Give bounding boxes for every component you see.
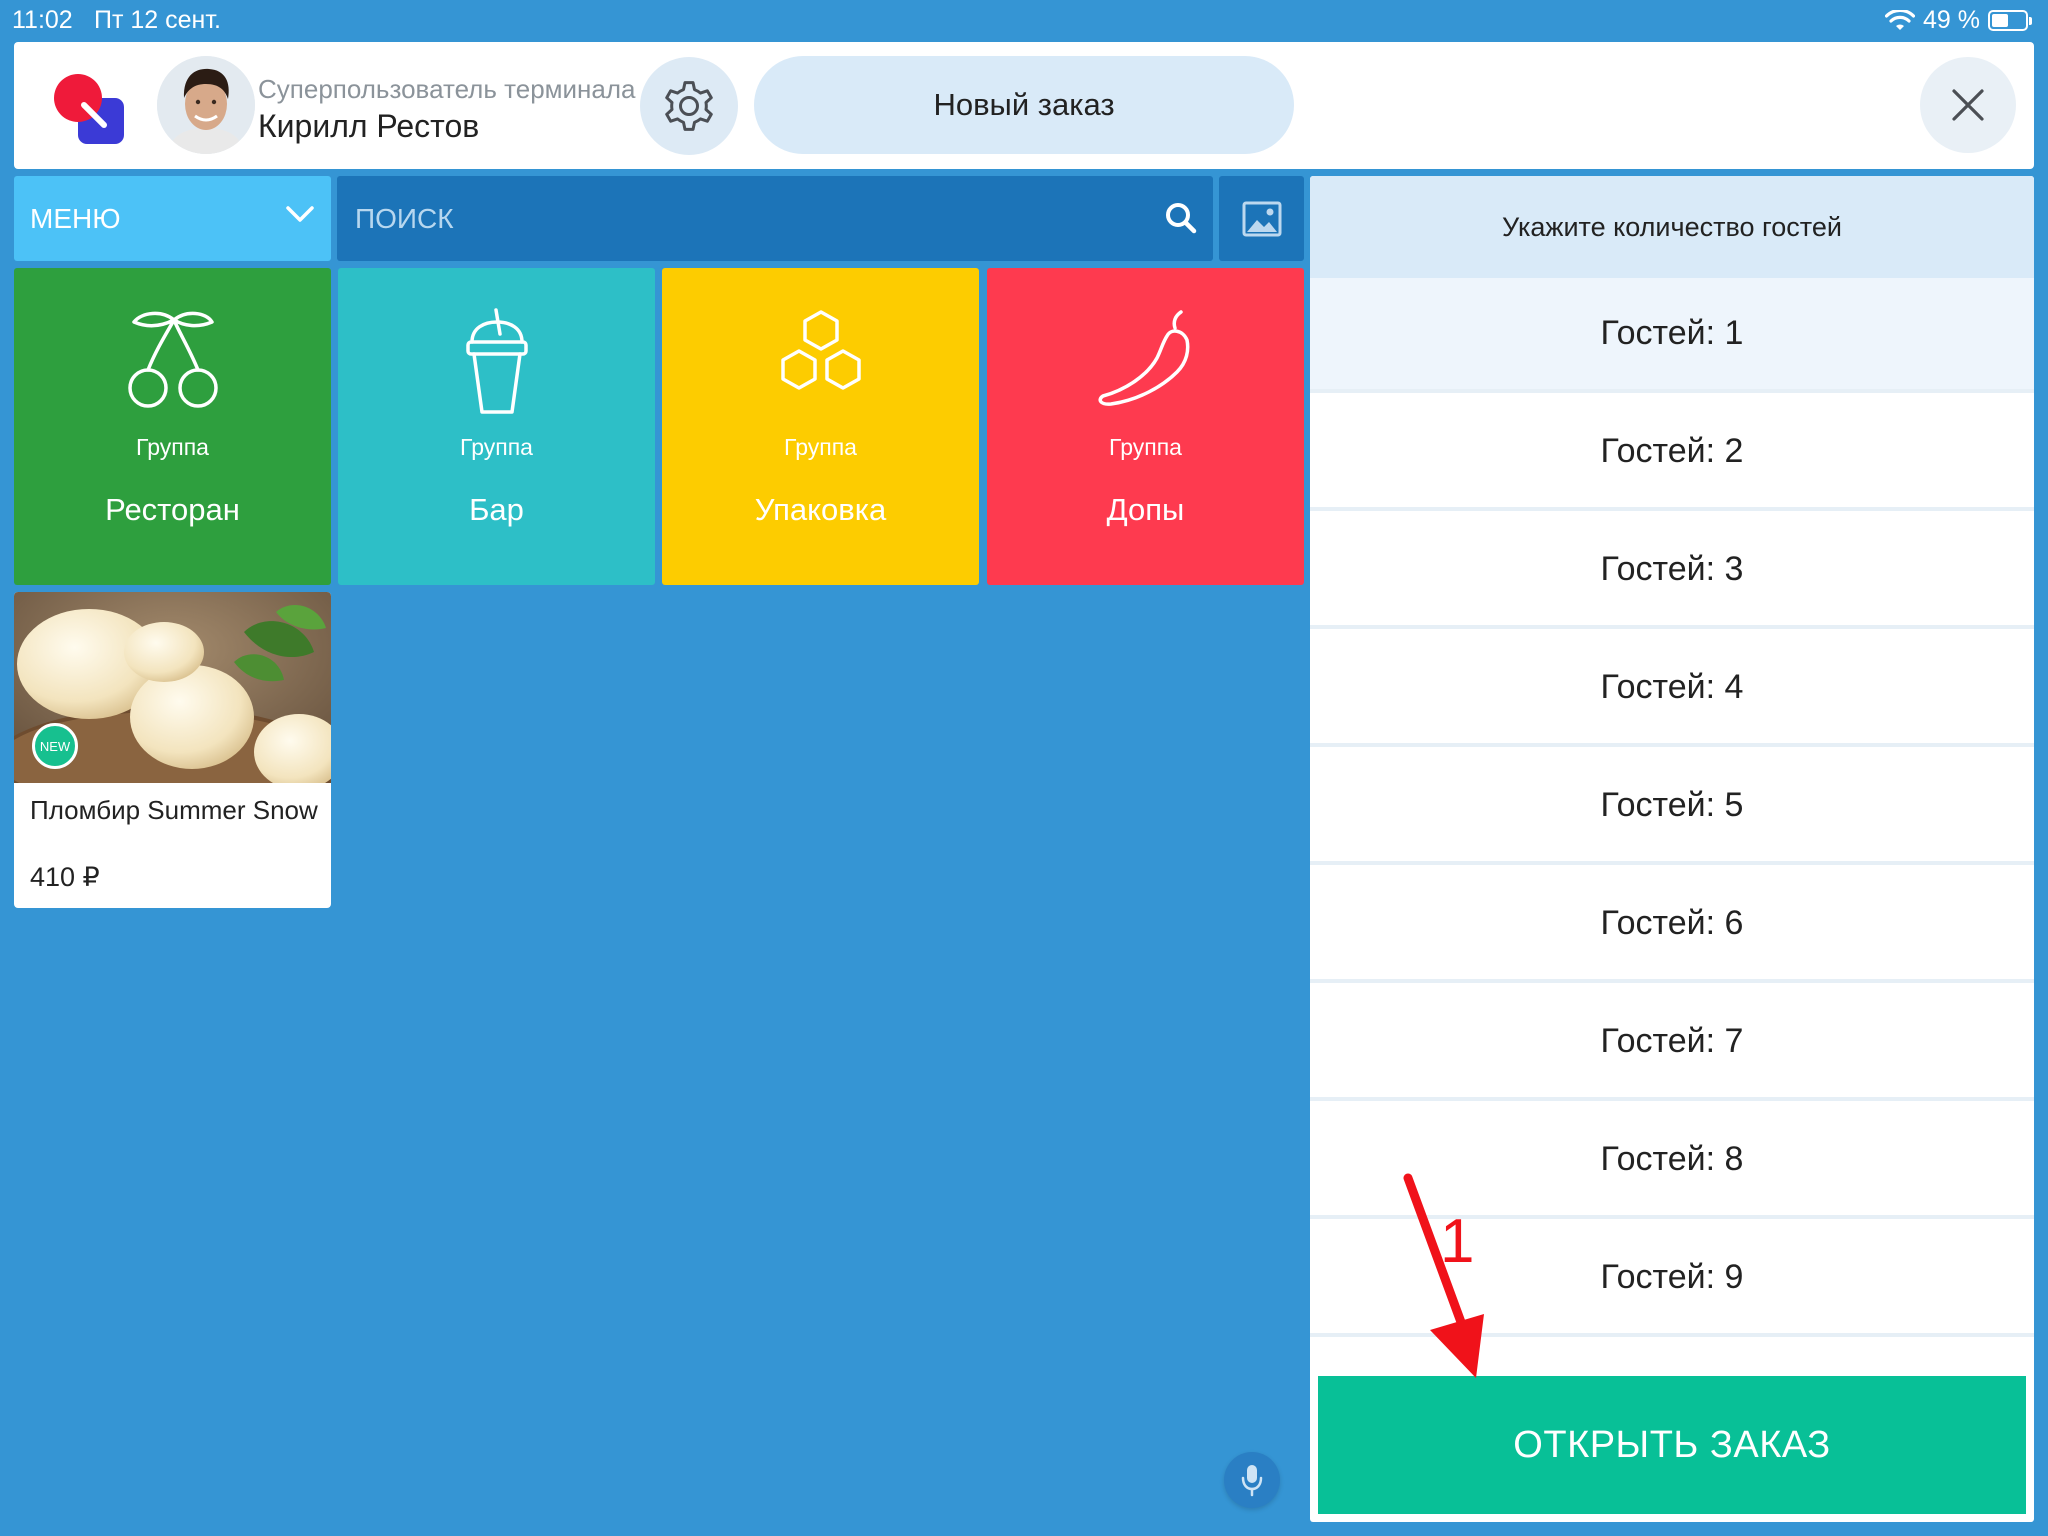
close-icon (1952, 89, 1984, 121)
cherry-icon (127, 311, 218, 408)
microphone-icon (1241, 1465, 1263, 1497)
group-tile-name: Упаковка (754, 492, 887, 527)
group-tile-sub: Группа (784, 434, 857, 460)
group-tile-sub: Группа (1109, 434, 1182, 460)
group-tile-sub: Группа (460, 434, 533, 460)
group-tile-extras[interactable]: Группа Допы (987, 268, 1304, 585)
search-bar (337, 176, 1213, 261)
guest-option-4[interactable]: Гостей: 4 (1310, 632, 2034, 747)
guest-count-panel: Укажите количество гостей Гостей: 1 Гост… (1310, 176, 2034, 1522)
open-order-button[interactable]: ОТКРЫТЬ ЗАКАЗ (1318, 1376, 2026, 1514)
app-logo-icon (54, 74, 124, 144)
wifi-icon (1885, 9, 1916, 30)
product-name: Пломбир Summer Snow (30, 795, 318, 825)
annotation-step-number: 1 (1440, 1207, 1475, 1276)
group-tile-name: Бар (469, 492, 524, 527)
user-role: Суперпользователь терминала (258, 74, 636, 104)
status-time: 11:02 (12, 6, 73, 34)
close-button[interactable] (1920, 57, 2016, 153)
menu-dropdown-label: МЕНЮ (30, 202, 121, 234)
user-name: Кирилл Рестов (258, 108, 480, 144)
settings-button[interactable] (640, 57, 738, 155)
battery-percent: 49 % (1923, 6, 1980, 34)
guest-option-3[interactable]: Гостей: 3 (1310, 514, 2034, 629)
group-tile-restaurant[interactable]: Группа Ресторан (14, 268, 331, 585)
guest-option-2[interactable]: Гостей: 2 (1310, 396, 2034, 511)
gear-icon (665, 81, 713, 131)
guest-option-1[interactable]: Гостей: 1 (1310, 278, 2034, 393)
status-bar: 11:02 Пт 12 сент. 49 % (0, 0, 2048, 40)
drink-cup-icon (465, 308, 528, 414)
image-icon (1242, 201, 1281, 236)
group-tile-name: Допы (1106, 492, 1185, 527)
tab-new-order[interactable]: Новый заказ (754, 56, 1294, 154)
voice-input-button[interactable] (1224, 1452, 1280, 1508)
guest-option-9[interactable]: Гостей: 9 (1310, 1222, 2034, 1337)
status-right: 49 % (1885, 6, 2032, 35)
search-icon[interactable] (1163, 200, 1199, 236)
image-view-toggle[interactable] (1219, 176, 1304, 261)
app-header: Суперпользователь терминала Кирилл Ресто… (14, 42, 2034, 169)
battery-icon (1988, 10, 2032, 31)
chili-pepper-icon (1098, 310, 1189, 406)
product-card[interactable]: NEW Пломбир Summer Snow 410 ₽ (14, 592, 331, 908)
group-tile-name: Ресторан (105, 492, 240, 527)
group-tile-packaging[interactable]: Группа Упаковка (662, 268, 979, 585)
hexagon-cells-icon (780, 310, 861, 390)
menu-dropdown[interactable]: МЕНЮ (14, 176, 331, 261)
guest-option-6[interactable]: Гостей: 6 (1310, 868, 2034, 983)
guest-option-7[interactable]: Гостей: 7 (1310, 986, 2034, 1101)
new-badge: NEW (32, 723, 78, 769)
guest-option-8[interactable]: Гостей: 8 (1310, 1104, 2034, 1219)
chevron-down-icon (286, 206, 314, 222)
user-avatar (157, 56, 255, 154)
group-tile-sub: Группа (136, 434, 209, 460)
guest-option-5[interactable]: Гостей: 5 (1310, 750, 2034, 865)
search-input[interactable] (337, 176, 1137, 261)
guest-count-title: Укажите количество гостей (1310, 176, 2034, 278)
status-date: Пт 12 сент. (94, 6, 221, 34)
product-price: 410 ₽ (30, 862, 100, 892)
group-tile-bar[interactable]: Группа Бар (338, 268, 655, 585)
